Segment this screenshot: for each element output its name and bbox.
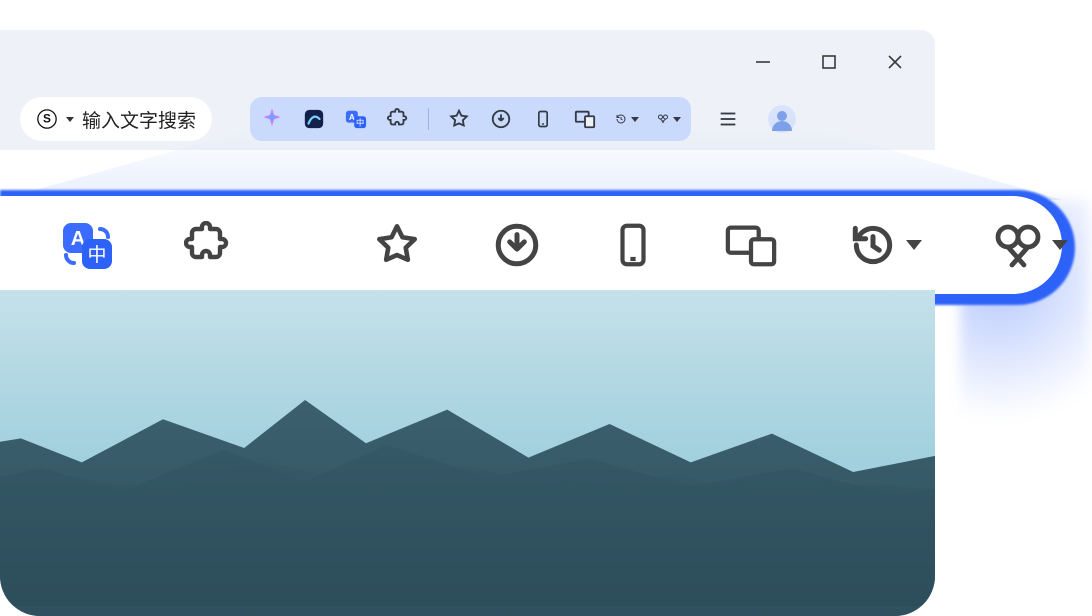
search-engine-caret-icon[interactable] [66,117,74,122]
caret-down-icon [906,240,922,250]
window-controls [745,44,913,80]
screenshot-icon[interactable] [657,107,681,131]
screenshot-button[interactable] [992,217,1068,273]
close-button[interactable] [877,44,913,80]
wallpaper-preview [0,290,935,616]
svg-text:中: 中 [356,117,364,127]
mobile-icon[interactable] [531,107,555,131]
ai-assistant-icon[interactable] [260,107,284,131]
multi-screen-icon[interactable] [573,107,597,131]
favorites-icon[interactable] [447,107,471,131]
search-engine-icon[interactable]: S [36,108,58,130]
history-button[interactable] [848,217,922,273]
mobile-button[interactable] [612,217,654,273]
zoom-panel: A 中 [0,196,1062,294]
downloads-button[interactable] [492,217,542,273]
favorites-button[interactable] [372,217,422,273]
maximize-button[interactable] [811,44,847,80]
minimize-button[interactable] [745,44,781,80]
svg-text:中: 中 [87,244,106,266]
downloads-icon[interactable] [489,107,513,131]
search-placeholder: 输入文字搜索 [82,106,196,133]
search-box[interactable]: S 输入文字搜索 [20,97,212,141]
extensions-button[interactable] [184,217,232,273]
translate-button[interactable]: A 中 [60,217,114,273]
extensions-icon[interactable] [386,107,410,131]
multi-screen-button[interactable] [724,217,778,273]
history-icon[interactable] [615,107,639,131]
translate-icon[interactable]: A中 [344,107,368,131]
svg-text:S: S [43,112,51,126]
caret-down-icon [1052,240,1068,250]
toolbar-divider [428,108,429,130]
svg-text:A: A [349,113,355,122]
sogou-logo-icon[interactable] [302,107,326,131]
